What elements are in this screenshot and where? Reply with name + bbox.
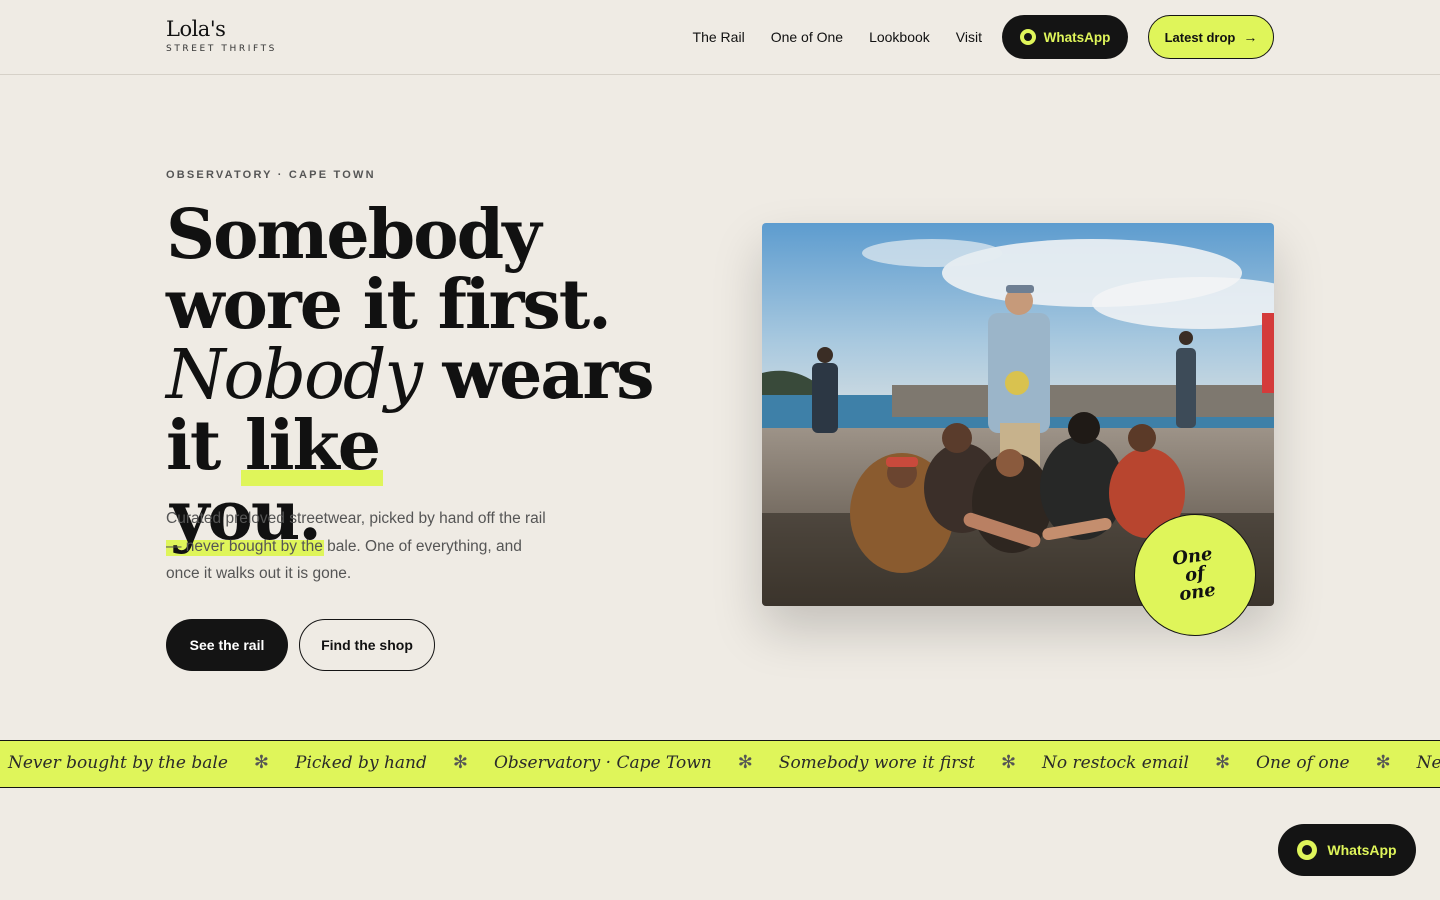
marquee-item: Somebody wore it first [778,752,975,773]
marquee-item: Never bought by the bale [8,752,228,773]
brand-name: Lola's [166,17,226,41]
marquee-strip: Never bought by the bale ✻ Picked by han… [0,740,1440,788]
headline-part-1: Somebody wore it first. [166,195,612,345]
whatsapp-button[interactable]: WhatsApp [1002,15,1128,59]
floating-whatsapp-label: WhatsApp [1327,842,1397,858]
asterisk-separator-icon: ✻ [1375,752,1391,772]
latest-drop-label: Latest drop [1164,29,1236,45]
hero-headline: Somebody wore it first. Nobody wears it … [166,200,726,556]
asterisk-separator-icon: ✻ [1000,752,1017,772]
whatsapp-icon [1297,840,1318,860]
marquee-item: One of one [1256,752,1350,773]
whatsapp-button-label: WhatsApp [1043,29,1111,45]
marquee-item: Never bought by the bale [1416,752,1440,773]
latest-drop-button[interactable]: Latest drop → [1148,15,1274,59]
marquee-item: No restock email [1042,752,1189,773]
hero-lede: Curated preloved streetwear, picked by h… [166,510,546,582]
arrow-right-icon: → [1243,29,1258,45]
asterisk-separator-icon: ✻ [737,752,753,772]
hero-eyebrow: OBSERVATORY · CAPE TOWN [166,169,376,181]
marquee-item: Observatory · Cape Town [493,752,712,773]
badge-line-3: one [1177,579,1217,606]
nav-link-the-rail[interactable]: The Rail [693,29,745,45]
asterisk-separator-icon: ✻ [253,752,270,772]
marquee-track: Never bought by the bale ✻ Picked by han… [8,752,1440,773]
site-header: Lola's STREET THRIFTS The Rail One of On… [0,0,1440,75]
nav-link-visit[interactable]: Visit [956,29,982,45]
nav-link-one-of-one[interactable]: One of One [771,29,843,45]
nav-link-lookbook[interactable]: Lookbook [869,29,930,45]
marquee-item: Picked by hand [295,752,427,773]
find-the-shop-button[interactable]: Find the shop [299,619,435,671]
headline-highlight-like: like [240,406,383,486]
brand-logo[interactable]: Lola's STREET THRIFTS [166,16,277,54]
main-nav: The Rail One of One Lookbook Visit Whats… [693,15,1274,59]
brand-tagline: STREET THRIFTS [166,44,277,54]
see-the-rail-button[interactable]: See the rail [166,619,288,671]
asterisk-separator-icon: ✻ [1214,752,1231,772]
floating-whatsapp-button[interactable]: WhatsApp [1278,824,1416,876]
asterisk-separator-icon: ✻ [452,752,468,772]
headline-italic: Nobody [166,336,423,415]
whatsapp-icon [1019,29,1036,45]
